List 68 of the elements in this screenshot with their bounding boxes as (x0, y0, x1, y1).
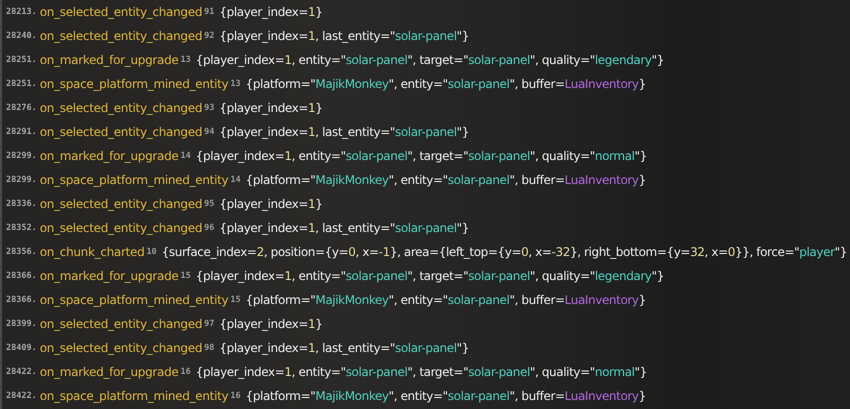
event-arguments: {player_index=1} (219, 101, 323, 115)
event-name: on_space_platform_mined_entity (40, 77, 228, 91)
event-count: 98 (204, 343, 214, 353)
event-name: on_marked_for_upgrade (40, 365, 178, 379)
event-count: 16 (180, 367, 191, 377)
event-count: 93 (204, 103, 214, 113)
event-arguments: {platform="MajikMonkey", entity="solar-panel", buffer=LuaInventory} (246, 293, 646, 307)
tick-number: 28299. (6, 151, 37, 161)
tick-number: 28240. (6, 31, 37, 41)
event-name: on_selected_entity_changed (40, 341, 202, 355)
event-arguments: {player_index=1} (219, 197, 323, 211)
event-count: 96 (204, 223, 214, 233)
tick-number: 28299. (6, 175, 37, 185)
event-arguments: {platform="MajikMonkey", entity="solar-panel", buffer=LuaInventory} (246, 77, 646, 91)
event-name: on_selected_entity_changed (40, 29, 202, 43)
event-name: on_space_platform_mined_entity (40, 173, 228, 187)
event-count: 97 (204, 319, 214, 329)
event-count: 13 (180, 55, 191, 65)
event-count: 15 (230, 295, 241, 305)
event-arguments: {player_index=1, entity="solar-panel", target="solar-panel", quality="legendary"} (196, 269, 664, 283)
event-count: 13 (230, 79, 241, 89)
event-name: on_selected_entity_changed (40, 197, 202, 211)
event-name: on_space_platform_mined_entity (40, 389, 228, 403)
event-arguments: {player_index=1, last_entity="solar-panel"} (219, 125, 470, 139)
event-arguments: {player_index=1} (219, 317, 323, 331)
event-name: on_selected_entity_changed (40, 317, 202, 331)
event-name: on_chunk_charted (40, 245, 144, 259)
event-name: on_selected_entity_changed (40, 221, 202, 235)
event-arguments: {player_index=1, last_entity="solar-panel"} (219, 221, 470, 235)
tick-number: 28276. (6, 103, 37, 113)
tick-number: 28213. (6, 7, 37, 17)
event-name: on_selected_entity_changed (40, 125, 202, 139)
event-arguments: {platform="MajikMonkey", entity="solar-panel", buffer=LuaInventory} (246, 173, 646, 187)
event-arguments: {player_index=1, entity="solar-panel", target="solar-panel", quality="normal"} (196, 365, 647, 379)
event-name: on_selected_entity_changed (40, 101, 202, 115)
tick-number: 28336. (6, 199, 37, 209)
tick-number: 28366. (6, 295, 37, 305)
event-arguments: {player_index=1, last_entity="solar-panel"} (219, 341, 470, 355)
event-arguments: {player_index=1, entity="solar-panel", target="solar-panel", quality="legendary"} (196, 53, 664, 67)
event-arguments: {platform="MajikMonkey", entity="solar-panel", buffer=LuaInventory} (246, 389, 646, 403)
event-arguments: {player_index=1} (219, 5, 323, 19)
tick-number: 28366. (6, 271, 37, 281)
event-name: on_space_platform_mined_entity (40, 293, 228, 307)
event-count: 95 (204, 199, 214, 209)
event-arguments: {surface_index=2, position={y=0, x=-1}, area={left_top={y=0, x=-32}, right_bottom={y=32, x=0}}, force="player"} (162, 245, 847, 259)
tick-number: 28291. (6, 127, 37, 137)
tick-number: 28399. (6, 319, 37, 329)
event-count: 14 (180, 151, 191, 161)
event-name: on_marked_for_upgrade (40, 149, 178, 163)
event-count: 91 (204, 7, 214, 17)
tick-number: 28409. (6, 343, 37, 353)
event-count: 92 (204, 31, 214, 41)
event-name: on_selected_entity_changed (40, 5, 202, 19)
event-arguments: {player_index=1, entity="solar-panel", target="solar-panel", quality="normal"} (196, 149, 647, 163)
tick-number: 28356. (6, 247, 37, 257)
event-name: on_marked_for_upgrade (40, 269, 178, 283)
tick-number: 28352. (6, 223, 37, 233)
event-count: 10 (146, 247, 157, 257)
event-count: 16 (230, 391, 241, 401)
event-count: 94 (204, 127, 214, 137)
tick-number: 28251. (6, 55, 37, 65)
tick-number: 28422. (6, 367, 37, 377)
event-arguments: {player_index=1, last_entity="solar-panel"} (219, 29, 470, 43)
tick-number: 28422. (6, 391, 37, 401)
event-name: on_marked_for_upgrade (40, 53, 178, 67)
event-count: 14 (230, 175, 241, 185)
tick-number: 28251. (6, 79, 37, 89)
event-count: 15 (180, 271, 191, 281)
